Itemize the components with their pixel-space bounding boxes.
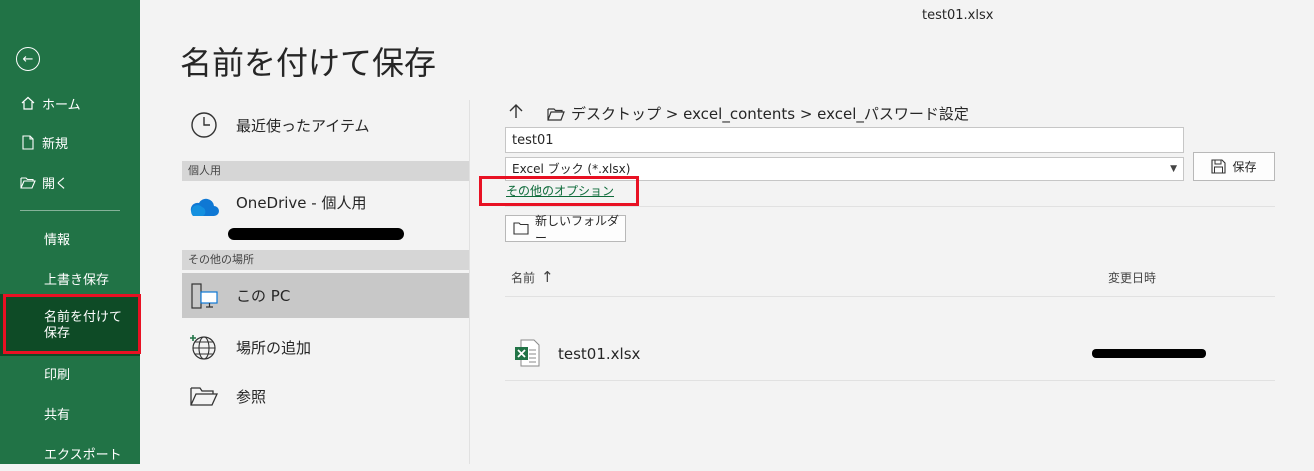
place-recent[interactable]: 最近使ったアイテム — [182, 102, 469, 148]
up-folder-button[interactable] — [509, 103, 529, 124]
nav-new-label: 新規 — [42, 136, 69, 152]
file-name: test01.xlsx — [558, 345, 641, 363]
highlight-annotation-more-options — [479, 176, 639, 206]
nav-info[interactable]: 情報 — [0, 220, 140, 256]
nav-print[interactable]: 印刷 — [0, 355, 140, 391]
place-this-pc[interactable]: この PC — [182, 273, 469, 318]
file-row[interactable]: test01.xlsx — [505, 334, 1275, 374]
filename-input[interactable] — [505, 127, 1184, 153]
nav-open-label: 開く — [42, 176, 69, 192]
nav-share-label: 共有 — [44, 407, 71, 423]
nav-new[interactable]: 新規 — [0, 124, 140, 160]
nav-export-label: エクスポート — [44, 447, 122, 463]
back-button[interactable]: ← — [16, 47, 40, 71]
section-personal: 個人用 — [182, 161, 469, 181]
separator — [505, 296, 1275, 297]
open-folder-icon — [20, 176, 36, 189]
browse-folder-icon — [186, 384, 222, 408]
place-onedrive[interactable]: OneDrive - 個人用 — [182, 184, 469, 230]
place-recent-label: 最近使ったアイテム — [236, 116, 370, 135]
nav-save-label: 上書き保存 — [44, 272, 110, 288]
new-folder-label: 新しいフォルダー — [535, 213, 620, 245]
nav-home-label: ホーム — [42, 97, 81, 113]
folder-open-icon — [547, 107, 565, 121]
separator — [505, 206, 1275, 207]
column-header-modified[interactable]: 変更日時 — [1108, 269, 1156, 286]
nav-export[interactable]: エクスポート — [0, 435, 140, 471]
separator — [505, 380, 1275, 381]
breadcrumb: デスクトップ > excel_contents > excel_パスワード設定 — [505, 103, 969, 124]
place-browse-label: 参照 — [236, 387, 267, 406]
column-header-name[interactable]: 名前 ↑ — [511, 268, 554, 286]
home-icon — [20, 96, 36, 110]
save-button-label: 保存 — [1232, 160, 1257, 174]
nav-info-label: 情報 — [44, 232, 71, 248]
new-folder-button[interactable]: 新しいフォルダー — [505, 214, 626, 245]
nav-share[interactable]: 共有 — [0, 395, 140, 431]
backstage-sidebar: ← ホーム 新規 開く 情報 上書き保存 名前を付けて保存 印刷 共有 エクスポ… — [0, 0, 141, 464]
redacted-modified-date — [1092, 349, 1206, 358]
redacted-account — [228, 228, 404, 240]
excel-file-icon — [513, 338, 541, 372]
place-add[interactable]: 場所の追加 — [182, 324, 469, 370]
new-folder-icon — [513, 222, 529, 235]
nav-save[interactable]: 上書き保存 — [0, 260, 140, 296]
place-add-label: 場所の追加 — [236, 338, 312, 357]
nav-print-label: 印刷 — [44, 367, 71, 383]
highlight-annotation-save-as — [3, 294, 141, 354]
page-title: 名前を付けて保存 — [180, 44, 437, 82]
clock-icon — [186, 111, 222, 139]
sidebar-divider — [20, 210, 120, 211]
this-pc-icon — [186, 281, 222, 311]
breadcrumb-path[interactable]: デスクトップ > excel_contents > excel_パスワード設定 — [571, 103, 969, 124]
save-button[interactable]: 保存 — [1193, 152, 1275, 181]
column-name-label: 名前 — [511, 270, 536, 285]
new-document-icon — [20, 134, 36, 150]
nav-open[interactable]: 開く — [0, 164, 140, 200]
onedrive-cloud-icon — [186, 196, 222, 218]
place-this-pc-label: この PC — [236, 287, 291, 305]
filetype-value: Excel ブック (*.xlsx) — [512, 162, 631, 176]
globe-add-icon — [186, 332, 222, 362]
section-other-locations: その他の場所 — [182, 250, 469, 270]
save-locations: 最近使ったアイテム 個人用 OneDrive - 個人用 その他の場所 この P… — [182, 100, 469, 464]
sort-ascending-icon: ↑ — [541, 268, 554, 286]
place-browse[interactable]: 参照 — [182, 373, 469, 419]
save-disk-icon — [1211, 159, 1227, 174]
window-file-title: test01.xlsx — [922, 8, 994, 23]
panel-divider — [469, 100, 470, 464]
dropdown-caret-icon: ▼ — [1170, 164, 1177, 174]
back-arrow-icon: ← — [22, 51, 34, 67]
nav-home[interactable]: ホーム — [0, 85, 140, 121]
place-onedrive-label: OneDrive - 個人用 — [236, 193, 367, 212]
